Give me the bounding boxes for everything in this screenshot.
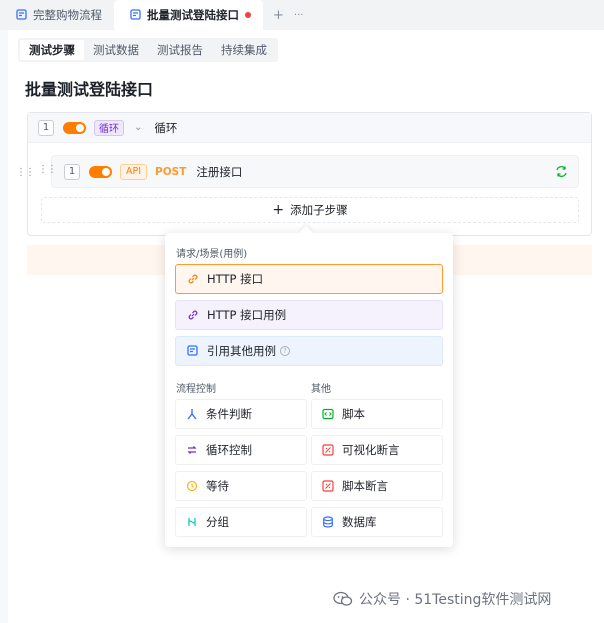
link-icon: [188, 310, 198, 320]
drag-handle-icon[interactable]: ⋮⋮: [38, 165, 57, 175]
menu-item-http-case[interactable]: HTTP 接口用例: [175, 300, 443, 330]
menu-item-label: 脚本: [342, 407, 365, 421]
menu-item-script-assert[interactable]: 脚本断言: [311, 471, 443, 501]
menu-item-label: 数据库: [342, 515, 377, 529]
menu-item-http-api[interactable]: HTTP 接口: [175, 264, 443, 294]
loop-tag: 循环: [94, 119, 124, 136]
tab-batch-login[interactable]: 批量测试登陆接口: [114, 0, 263, 30]
plus-icon: +: [272, 202, 285, 218]
section-other-label: 其他: [311, 384, 331, 395]
menu-item-label: 引用其他用例: [207, 344, 276, 358]
step-index: 1: [38, 119, 54, 136]
tab-shopping-flow[interactable]: 完整购物流程: [0, 0, 114, 30]
sync-icon[interactable]: [555, 165, 568, 178]
subtab-bar: 测试步骤 测试数据 测试报告 持续集成: [18, 38, 278, 62]
menu-item-group[interactable]: 分组: [175, 507, 307, 537]
menu-item-label: 可视化断言: [342, 443, 400, 457]
subtab-ci[interactable]: 持续集成: [212, 40, 276, 60]
menu-item-label: 条件判断: [206, 407, 252, 421]
menu-item-visual-assert[interactable]: 可视化断言: [311, 435, 443, 465]
tab-label: 批量测试登陆接口: [147, 8, 239, 22]
step-index: 1: [64, 163, 80, 180]
assert-icon: [322, 444, 334, 456]
tab-label: 完整购物流程: [33, 8, 102, 22]
add-tab-button[interactable]: +: [273, 0, 284, 30]
section-requests-label: 请求/场景(用例): [176, 249, 248, 260]
drag-handle-icon[interactable]: ⋮⋮: [16, 168, 35, 178]
menu-item-condition[interactable]: 条件判断: [175, 399, 307, 429]
watermark: 公众号 · 51Testing软件测试网: [333, 589, 551, 609]
code-icon: [322, 408, 334, 420]
add-step-dropdown: 请求/场景(用例) HTTP 接口 HTTP 接口用例 引用其他用例 ? 流程控…: [165, 233, 453, 547]
menu-item-label: 循环控制: [206, 443, 252, 457]
case-icon: [130, 9, 141, 20]
page-title: 批量测试登陆接口: [25, 80, 154, 99]
group-icon: [188, 518, 196, 526]
assert-icon: [322, 480, 334, 492]
http-method: POST: [155, 165, 187, 178]
menu-item-script[interactable]: 脚本: [311, 399, 443, 429]
tab-bar: 完整购物流程 批量测试登陆接口 + ···: [0, 0, 604, 30]
add-substep-label: 添加子步骤: [290, 203, 348, 217]
chevron-down-icon[interactable]: ⌄: [134, 122, 142, 133]
menu-item-label: HTTP 接口: [207, 272, 264, 286]
api-step-row[interactable]: ⋮⋮ 1 API POST 注册接口: [38, 155, 579, 188]
loop-step-header[interactable]: 1 循环 ⌄ 循环: [28, 113, 591, 143]
api-enable-toggle[interactable]: [89, 165, 112, 178]
menu-item-label: 等待: [206, 479, 229, 493]
add-substep-button[interactable]: + 添加子步骤: [41, 197, 579, 223]
menu-item-wait[interactable]: 等待: [175, 471, 307, 501]
branch-icon: [187, 409, 197, 420]
menu-item-label: 脚本断言: [342, 479, 388, 493]
menu-item-ref-case[interactable]: 引用其他用例 ?: [175, 336, 443, 366]
loop-enable-toggle[interactable]: [63, 121, 86, 134]
database-icon: [323, 516, 333, 528]
more-tabs-button[interactable]: ···: [294, 0, 304, 30]
api-step-name: 注册接口: [196, 164, 243, 179]
subtab-steps[interactable]: 测试步骤: [20, 40, 84, 60]
watermark-text: 公众号 · 51Testing软件测试网: [359, 592, 552, 608]
menu-item-label: HTTP 接口用例: [207, 308, 287, 322]
api-tag: API: [120, 163, 148, 180]
subtab-report[interactable]: 测试报告: [148, 40, 212, 60]
clock-icon: [186, 480, 198, 492]
unsaved-dot-icon: [245, 12, 251, 18]
subtab-data[interactable]: 测试数据: [84, 40, 148, 60]
section-flow-label: 流程控制: [176, 384, 216, 395]
menu-item-database[interactable]: 数据库: [311, 507, 443, 537]
loop-step-name: 循环: [154, 120, 178, 135]
wechat-icon: [333, 591, 353, 606]
loop-icon: [187, 446, 197, 454]
menu-item-label: 分组: [206, 515, 229, 529]
case-icon: [16, 9, 27, 20]
link-icon: [188, 274, 198, 284]
menu-item-loop-control[interactable]: 循环控制: [175, 435, 307, 465]
help-icon[interactable]: ?: [280, 346, 290, 356]
case-icon: [187, 345, 198, 356]
